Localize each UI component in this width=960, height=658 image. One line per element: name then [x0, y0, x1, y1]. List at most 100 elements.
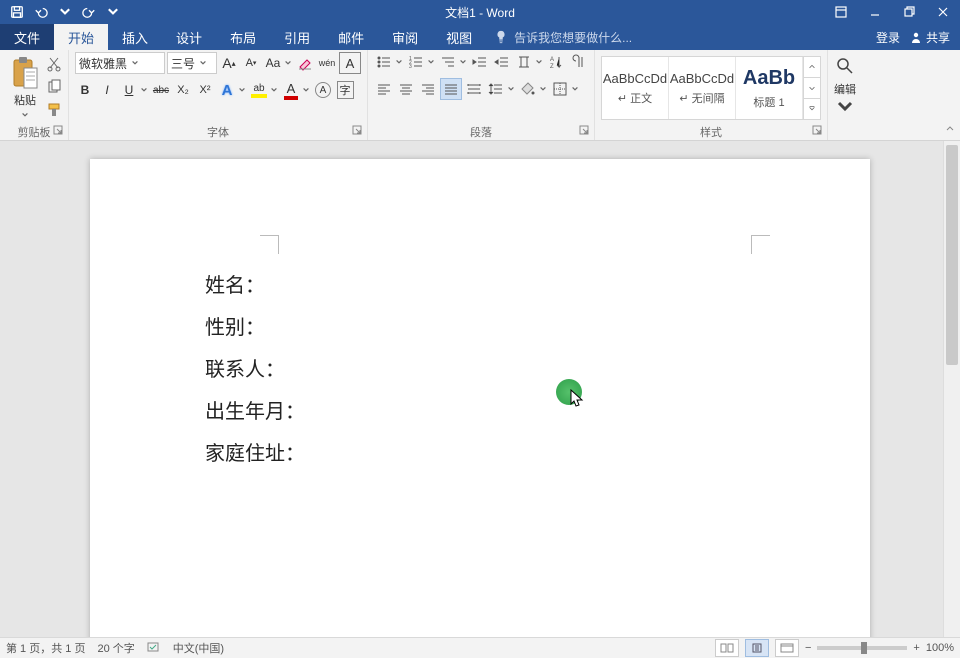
save-icon[interactable]: [6, 2, 28, 22]
highlight-button[interactable]: ab: [249, 80, 269, 100]
tab-layout[interactable]: 布局: [216, 24, 270, 50]
align-center-icon[interactable]: [396, 79, 416, 99]
tab-file[interactable]: 文件: [0, 24, 54, 50]
collapse-ribbon-icon[interactable]: [944, 123, 956, 138]
borders-icon[interactable]: [550, 79, 570, 99]
char-shading-button[interactable]: 字: [335, 80, 355, 100]
dialog-launcher-icon[interactable]: [52, 125, 64, 137]
shading-icon[interactable]: [518, 79, 538, 99]
tab-mailings[interactable]: 邮件: [324, 24, 378, 50]
bullets-icon[interactable]: [374, 52, 394, 72]
tab-references[interactable]: 引用: [270, 24, 324, 50]
chevron-down-icon[interactable]: [534, 58, 544, 66]
ribbon-options-icon[interactable]: [824, 0, 858, 24]
chevron-down-icon[interactable]: [506, 85, 516, 93]
chevron-down-icon[interactable]: [269, 86, 279, 94]
restore-icon[interactable]: [892, 0, 926, 24]
text-line[interactable]: 姓名：: [205, 265, 305, 307]
shrink-font-icon[interactable]: A▾: [241, 53, 261, 73]
view-read-icon[interactable]: [715, 639, 739, 657]
style-heading1[interactable]: AaBb 标题 1: [736, 57, 803, 119]
chevron-down-icon[interactable]: [426, 58, 436, 66]
tellme-search[interactable]: 告诉我您想要做什么...: [494, 24, 632, 50]
tab-review[interactable]: 审阅: [378, 24, 432, 50]
chevron-down-icon[interactable]: [139, 86, 149, 94]
superscript-button[interactable]: X²: [195, 80, 215, 100]
tab-design[interactable]: 设计: [162, 24, 216, 50]
view-web-icon[interactable]: [775, 639, 799, 657]
bold-button[interactable]: B: [75, 80, 95, 100]
chevron-down-icon[interactable]: [394, 58, 404, 66]
view-print-icon[interactable]: [745, 639, 769, 657]
dialog-launcher-icon[interactable]: [351, 125, 363, 137]
text-direction-icon[interactable]: [514, 52, 534, 72]
dialog-launcher-icon[interactable]: [578, 125, 590, 137]
align-right-icon[interactable]: [418, 79, 438, 99]
align-justify-icon[interactable]: [440, 78, 462, 100]
cut-icon[interactable]: [46, 56, 62, 75]
align-left-icon[interactable]: [374, 79, 394, 99]
font-size-combo[interactable]: 三号: [167, 52, 217, 74]
status-page[interactable]: 第 1 页，共 1 页: [6, 640, 85, 656]
char-border-icon[interactable]: A: [339, 52, 361, 74]
chevron-down-icon[interactable]: [237, 86, 247, 94]
login-link[interactable]: 登录: [876, 29, 900, 46]
multilevel-list-icon[interactable]: [438, 52, 458, 72]
font-name-combo[interactable]: 微软雅黑: [75, 52, 165, 74]
grow-font-icon[interactable]: A▴: [219, 53, 239, 73]
chevron-down-icon[interactable]: [570, 85, 580, 93]
chevron-down-icon[interactable]: [301, 86, 311, 94]
chevron-down-icon[interactable]: [538, 85, 548, 93]
style-normal[interactable]: AaBbCcDd ↵ 正文: [602, 57, 669, 119]
subscript-button[interactable]: X₂: [173, 80, 193, 100]
phonetic-guide-button[interactable]: wén: [317, 53, 337, 73]
show-marks-icon[interactable]: [568, 52, 588, 72]
status-language[interactable]: 中文(中国): [173, 640, 224, 656]
chevron-down-icon[interactable]: [283, 59, 293, 67]
paste-button[interactable]: 粘贴: [6, 52, 44, 122]
chevron-down-icon[interactable]: [54, 2, 76, 22]
text-line[interactable]: 联系人：: [205, 349, 305, 391]
style-expand-icon[interactable]: [804, 99, 820, 119]
text-line[interactable]: 性别：: [205, 307, 305, 349]
font-color-button[interactable]: A: [281, 80, 301, 100]
clear-format-icon[interactable]: [295, 53, 315, 73]
zoom-out-button[interactable]: −: [805, 642, 811, 654]
tab-view[interactable]: 视图: [432, 24, 486, 50]
scrollbar-thumb[interactable]: [946, 145, 958, 365]
zoom-level[interactable]: 100%: [926, 642, 954, 654]
enclose-char-button[interactable]: A: [313, 80, 333, 100]
vertical-scrollbar[interactable]: [943, 141, 960, 637]
strike-button[interactable]: abc: [151, 80, 171, 100]
distribute-icon[interactable]: [464, 79, 484, 99]
style-scroll-up-icon[interactable]: [804, 57, 820, 78]
tab-home[interactable]: 开始: [54, 24, 108, 50]
status-proofing-icon[interactable]: [147, 641, 161, 656]
numbering-icon[interactable]: 123: [406, 52, 426, 72]
line-spacing-icon[interactable]: [486, 79, 506, 99]
increase-indent-icon[interactable]: [492, 52, 512, 72]
zoom-in-button[interactable]: +: [913, 642, 919, 654]
tab-insert[interactable]: 插入: [108, 24, 162, 50]
chevron-down-icon[interactable]: [835, 97, 855, 120]
format-painter-icon[interactable]: [46, 102, 62, 121]
sort-icon[interactable]: AZ: [546, 52, 566, 72]
copy-icon[interactable]: [46, 79, 62, 98]
text-line[interactable]: 出生年月：: [205, 391, 305, 433]
undo-icon[interactable]: [30, 2, 52, 22]
minimize-icon[interactable]: [858, 0, 892, 24]
chevron-down-icon[interactable]: [102, 2, 124, 22]
chevron-down-icon[interactable]: [458, 58, 468, 66]
page[interactable]: 姓名： 性别： 联系人： 出生年月： 家庭住址：: [90, 159, 870, 637]
chevron-down-icon[interactable]: [21, 108, 29, 122]
style-no-spacing[interactable]: AaBbCcDd ↵ 无间隔: [669, 57, 736, 119]
text-line[interactable]: 家庭住址：: [205, 433, 305, 475]
dialog-launcher-icon[interactable]: [811, 125, 823, 137]
italic-button[interactable]: I: [97, 80, 117, 100]
text-effects-button[interactable]: A: [217, 80, 237, 100]
find-icon[interactable]: [835, 56, 855, 79]
zoom-slider-knob[interactable]: [861, 642, 867, 654]
change-case-button[interactable]: Aa: [263, 53, 283, 73]
zoom-slider[interactable]: [817, 646, 907, 650]
decrease-indent-icon[interactable]: [470, 52, 490, 72]
